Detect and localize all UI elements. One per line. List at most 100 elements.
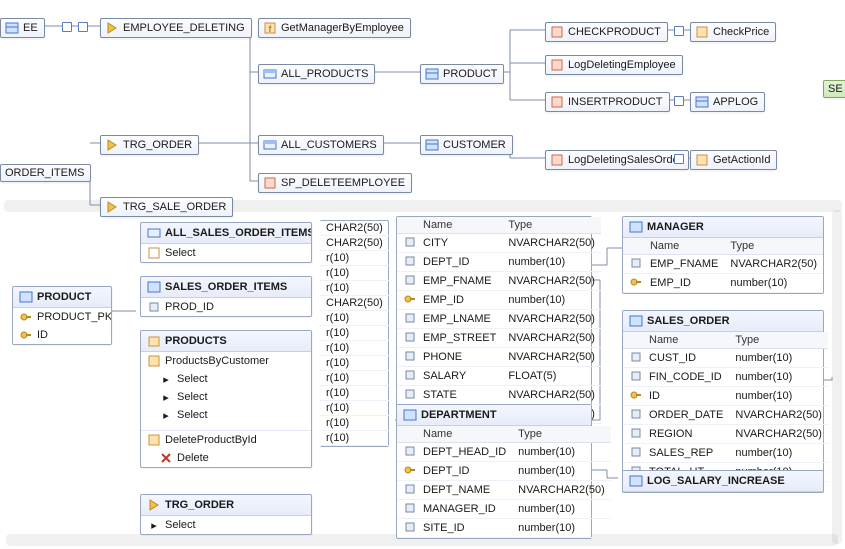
cell-name: DEPT_NAME <box>417 481 512 500</box>
cell-type: NVARCHAR2(50) <box>502 329 601 348</box>
col-type: Type <box>724 238 823 255</box>
panel-row: Select <box>177 373 208 385</box>
node-label: TRG_ORDER <box>123 139 192 151</box>
node-label: PRODUCT <box>443 68 497 80</box>
table-row[interactable]: PHONENVARCHAR2(50) <box>397 348 601 367</box>
node-label: ALL_CUSTOMERS <box>281 139 377 151</box>
node-getmanagerbyemployee[interactable]: f GetManagerByEmployee <box>258 18 411 38</box>
cell-type: number(10) <box>512 443 611 462</box>
connector-dot <box>674 96 684 106</box>
table-row[interactable]: FIN_CODE_IDnumber(10) <box>623 368 828 387</box>
node-checkprice[interactable]: CheckPrice <box>690 22 776 42</box>
column-icon <box>629 445 643 459</box>
table-icon <box>147 280 161 294</box>
cell-name: EMP_STREET <box>417 329 502 348</box>
table-row[interactable]: DEPT_NAMENVARCHAR2(50) <box>397 481 611 500</box>
table-row[interactable]: MANAGER_IDnumber(10) <box>397 500 611 519</box>
table-row: CHAR2(50) <box>320 236 389 251</box>
cell-type: number(10) <box>729 387 828 406</box>
panel-product[interactable]: PRODUCT PRODUCT_PK ID <box>12 286 112 345</box>
table-row: r(10) <box>320 281 389 296</box>
cell-name: EMP_ID <box>417 291 502 310</box>
table-row[interactable]: EMP_FNAMENVARCHAR2(50) <box>623 255 823 274</box>
node-applog[interactable]: APPLOG <box>690 92 765 112</box>
table-row[interactable]: SITE_IDnumber(10) <box>397 519 611 538</box>
panel-all-sales-order-items[interactable]: ALL_SALES_ORDER_ITEMS_D Select <box>140 222 312 263</box>
table-row[interactable]: EMP_LNAMENVARCHAR2(50) <box>397 310 601 329</box>
table-row[interactable]: EMP_IDnumber(10) <box>397 291 601 310</box>
cell-name: FIN_CODE_ID <box>643 368 729 387</box>
panel-row: PROD_ID <box>165 301 214 313</box>
table-row[interactable]: REGIONNVARCHAR2(50) <box>623 425 828 444</box>
node-employee-deleting[interactable]: EMPLOYEE_DELETING <box>100 18 252 38</box>
node-ee[interactable]: EE <box>0 18 45 38</box>
key-icon <box>403 463 417 477</box>
node-trg-sale-order[interactable]: TRG_SALE_ORDER <box>100 197 233 217</box>
panel-sales-order-items[interactable]: SALES_ORDER_ITEMS PROD_ID <box>140 276 312 317</box>
node-customer[interactable]: CUSTOMER <box>420 135 513 155</box>
node-product[interactable]: PRODUCT <box>420 64 504 84</box>
procedure-icon <box>550 25 564 39</box>
key-icon <box>19 328 33 342</box>
table-row[interactable]: EMP_IDnumber(10) <box>623 274 823 293</box>
table-row[interactable]: DEPT_IDnumber(10) <box>397 462 611 481</box>
table-department[interactable]: DEPARTMENT NameType DEPT_HEAD_IDnumber(1… <box>396 404 592 539</box>
panel-products[interactable]: PRODUCTS ProductsByCustomer ▸Select ▸Sel… <box>140 330 312 468</box>
node-green-se[interactable]: SE <box>823 80 845 98</box>
table-icon <box>629 220 643 234</box>
table-row[interactable]: CITYNVARCHAR2(50) <box>397 234 601 253</box>
cell-type: number(10) <box>502 291 601 310</box>
table-manager[interactable]: MANAGER NameType EMP_FNAMENVARCHAR2(50)E… <box>622 216 824 294</box>
table-log-salary-increase[interactable]: LOG_SALARY_INCREASE <box>622 470 824 493</box>
panel-row: PRODUCT_PK <box>37 311 112 323</box>
node-insertproduct[interactable]: INSERTPRODUCT <box>545 92 670 112</box>
cell-type: NVARCHAR2(50) <box>502 348 601 367</box>
table-row[interactable]: DEPT_HEAD_IDnumber(10) <box>397 443 611 462</box>
table-row[interactable]: ORDER_DATENVARCHAR2(50) <box>623 406 828 425</box>
table-row[interactable]: IDnumber(10) <box>623 387 828 406</box>
truncated-types: CHAR2(50)CHAR2(50)r(10)r(10)r(10)CHAR2(5… <box>320 220 389 447</box>
table-icon <box>5 21 19 35</box>
column-icon <box>403 387 417 401</box>
cell-type: r(10) <box>320 401 389 416</box>
node-all-customers[interactable]: ALL_CUSTOMERS <box>258 135 384 155</box>
table-row[interactable]: CUST_IDnumber(10) <box>623 349 828 368</box>
panel-row: Select <box>165 519 196 531</box>
table-title: SALES_ORDER <box>647 315 730 327</box>
column-icon <box>403 349 417 363</box>
panel-trg-order[interactable]: TRG_ORDER ▸Select <box>140 494 312 535</box>
table-row[interactable]: SALARYFLOAT(5) <box>397 367 601 386</box>
panel-row: ID <box>37 329 48 341</box>
table-sales-order[interactable]: SALES_ORDER NameType CUST_IDnumber(10)FI… <box>622 310 824 483</box>
procedure-icon <box>550 58 564 72</box>
cell-name: SALES_REP <box>643 444 729 463</box>
node-sp-deleteemployee[interactable]: SP_DELETEEMPLOYEE <box>258 173 412 193</box>
table-row[interactable]: SALES_REPnumber(10) <box>623 444 828 463</box>
table-row[interactable]: EMP_STREETNVARCHAR2(50) <box>397 329 601 348</box>
node-label: TRG_SALE_ORDER <box>123 201 226 213</box>
panel-title: PRODUCTS <box>165 335 227 347</box>
table-row: r(10) <box>320 326 389 341</box>
node-logdeletingemployee[interactable]: LogDeletingEmployee <box>545 55 683 75</box>
select-icon: ▸ <box>159 390 173 404</box>
table-row: r(10) <box>320 371 389 386</box>
cell-type: r(10) <box>320 326 389 341</box>
table-row[interactable]: DEPT_IDnumber(10) <box>397 253 601 272</box>
cell-name: ORDER_DATE <box>643 406 729 425</box>
procedure-icon <box>550 153 564 167</box>
table-row[interactable]: EMP_FNAMENVARCHAR2(50) <box>397 272 601 291</box>
node-all-products[interactable]: ALL_PRODUCTS <box>258 64 375 84</box>
cell-name: ID <box>643 387 729 406</box>
node-label: ORDER_ITEMS <box>5 167 84 179</box>
node-checkproduct[interactable]: CHECKPRODUCT <box>545 22 668 42</box>
node-trg-order[interactable]: TRG_ORDER <box>100 135 199 155</box>
node-order-items[interactable]: ORDER_ITEMS <box>0 164 91 182</box>
table-icon <box>629 474 643 488</box>
node-logdeletingsalesorder[interactable]: LogDeletingSalesOrder <box>545 150 689 170</box>
view-icon <box>147 226 161 240</box>
node-getactionid[interactable]: GetActionId <box>690 150 777 170</box>
trigger-icon <box>105 200 119 214</box>
node-label: ALL_PRODUCTS <box>281 68 368 80</box>
column-icon <box>403 501 417 515</box>
table-row[interactable]: STATENVARCHAR2(50) <box>397 386 601 405</box>
